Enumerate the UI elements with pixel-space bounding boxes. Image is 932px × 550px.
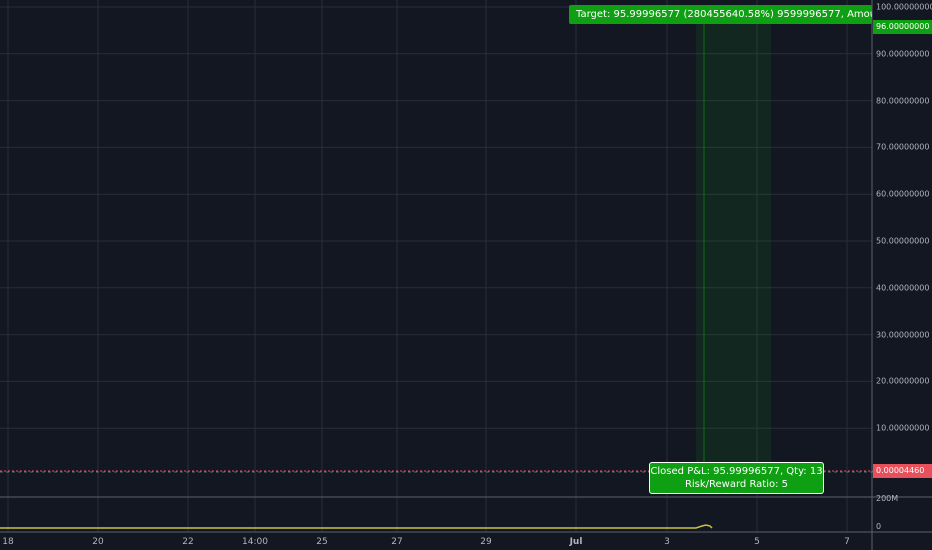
price-axis-label: 10.00000000 (876, 423, 930, 433)
target-label[interactable]: Target: 95.99996577 (280455640.58%) 9599… (569, 5, 872, 24)
volume-line (0, 524, 713, 529)
volume-axis-top-label: 200M (876, 494, 899, 503)
price-axis-label: 70.00000000 (876, 142, 930, 152)
current-price-tag: 0.00004460 (873, 464, 932, 478)
volume-axis-zero-label: 0 (876, 522, 882, 531)
time-axis-label: 27 (391, 537, 403, 547)
time-axis-label: 7 (844, 537, 850, 547)
price-axis-label: 40.00000000 (876, 283, 930, 293)
time-axis-label: 20 (92, 537, 104, 547)
price-axis-label: 80.00000000 (876, 96, 930, 106)
closed-pnl-label[interactable]: Closed P&L: 95.99996577, Qty: 13 Risk/Re… (649, 462, 824, 494)
time-axis-label: 22 (182, 537, 194, 547)
price-axis-label: 90.00000000 (876, 49, 930, 59)
price-axis-label: 60.00000000 (876, 189, 930, 199)
price-axis-label: 30.00000000 (876, 330, 930, 340)
time-axis-label: 3 (664, 537, 670, 547)
time-axis-label: 25 (316, 537, 328, 547)
risk-reward-text: Risk/Reward Ratio: 5 (684, 479, 789, 490)
chart-area[interactable]: 100.00000000 90.00000000 80.00000000 70.000… (0, 0, 932, 550)
time-axis-label: 18 (2, 537, 14, 547)
time-axis-label: 5 (754, 537, 760, 547)
time-axis-label: 14:00 (242, 537, 268, 547)
target-price-tag: 96.00000000 (873, 20, 932, 34)
time-axis-label: 29 (480, 537, 492, 547)
closed-pnl-text: Closed P&L: 95.99996577, Qty: 13 (650, 466, 823, 477)
price-axis-label: 20.00000000 (876, 376, 930, 386)
time-axis-label: Jul (569, 537, 583, 547)
price-axis-label: 100.00000000 (876, 2, 932, 12)
target-zone (696, 24, 771, 465)
price-axis-label: 50.00000000 (876, 236, 930, 246)
